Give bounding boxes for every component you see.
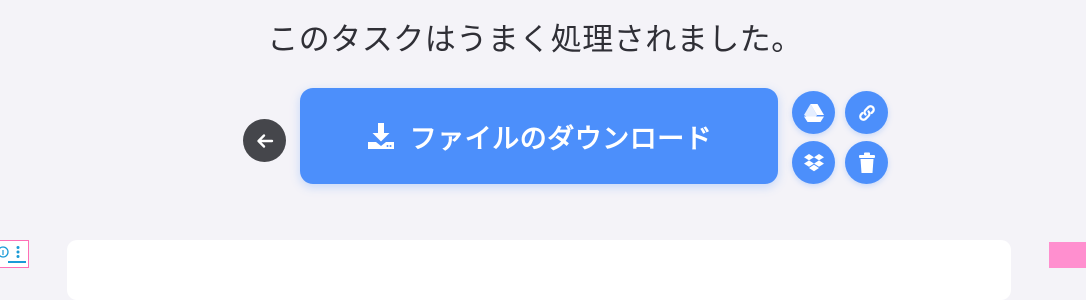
content-card bbox=[67, 240, 1011, 300]
save-to-dropbox-button[interactable] bbox=[792, 141, 835, 184]
download-icon bbox=[367, 123, 394, 149]
back-button[interactable] bbox=[243, 119, 286, 162]
save-to-drive-button[interactable] bbox=[792, 91, 835, 134]
delete-file-button[interactable] bbox=[845, 141, 888, 184]
trash-icon bbox=[858, 152, 875, 173]
side-widget[interactable] bbox=[0, 240, 29, 268]
arrow-left-icon bbox=[256, 133, 273, 148]
download-button-label: ファイルのダウンロード bbox=[409, 123, 713, 155]
link-icon bbox=[858, 104, 875, 121]
corner-widget[interactable] bbox=[1049, 242, 1086, 268]
dropbox-icon bbox=[803, 153, 824, 171]
download-file-button[interactable]: ファイルのダウンロード bbox=[300, 88, 778, 184]
google-drive-icon bbox=[803, 103, 824, 122]
copy-link-button[interactable] bbox=[845, 91, 888, 134]
info-menu-icon bbox=[0, 246, 26, 263]
status-title: このタスクはうまく処理されました。 bbox=[267, 22, 803, 58]
